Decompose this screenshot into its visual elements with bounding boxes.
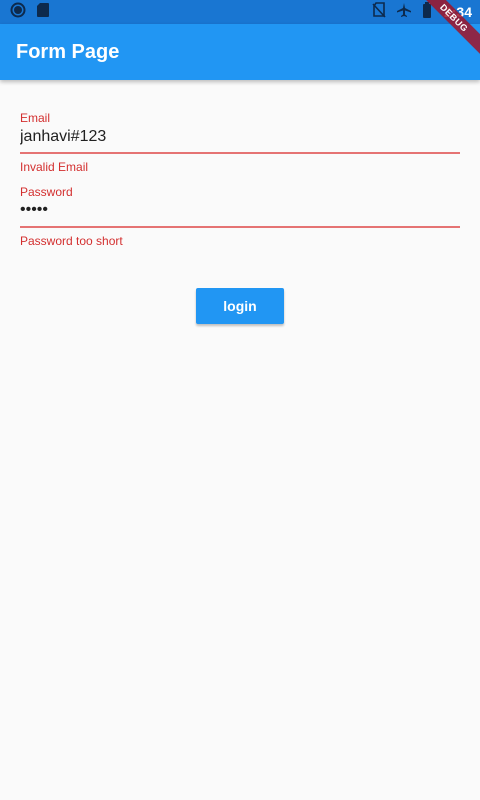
status-bar: 2:34	[0, 0, 480, 24]
status-left-icons	[10, 2, 50, 22]
app-bar: Form Page	[0, 24, 480, 80]
email-field[interactable]	[20, 125, 460, 149]
airplane-icon	[396, 2, 412, 22]
email-label: Email	[20, 111, 51, 125]
password-underline	[20, 226, 460, 228]
password-field-group: Password Password too short	[20, 174, 460, 248]
email-field-group: Email Invalid Email	[20, 80, 460, 174]
login-button[interactable]: login	[196, 288, 284, 324]
sd-card-icon	[36, 2, 50, 22]
battery-icon	[422, 2, 432, 22]
email-error: Invalid Email	[20, 160, 89, 174]
circle-icon	[10, 2, 26, 22]
status-time: 2:34	[443, 4, 472, 20]
no-sim-icon	[372, 2, 386, 22]
email-underline	[20, 152, 460, 154]
login-form: Email Invalid Email Password Password to…	[20, 80, 460, 248]
page-title: Form Page	[16, 40, 120, 63]
screen: 2:34 Form Page DEBUG Email Invalid Email…	[0, 0, 480, 800]
status-right-icons: 2:34	[372, 2, 472, 22]
login-button-wrap: login	[0, 288, 480, 324]
password-label: Password	[20, 185, 73, 199]
password-error: Password too short	[20, 234, 123, 248]
password-field[interactable]	[20, 199, 460, 221]
